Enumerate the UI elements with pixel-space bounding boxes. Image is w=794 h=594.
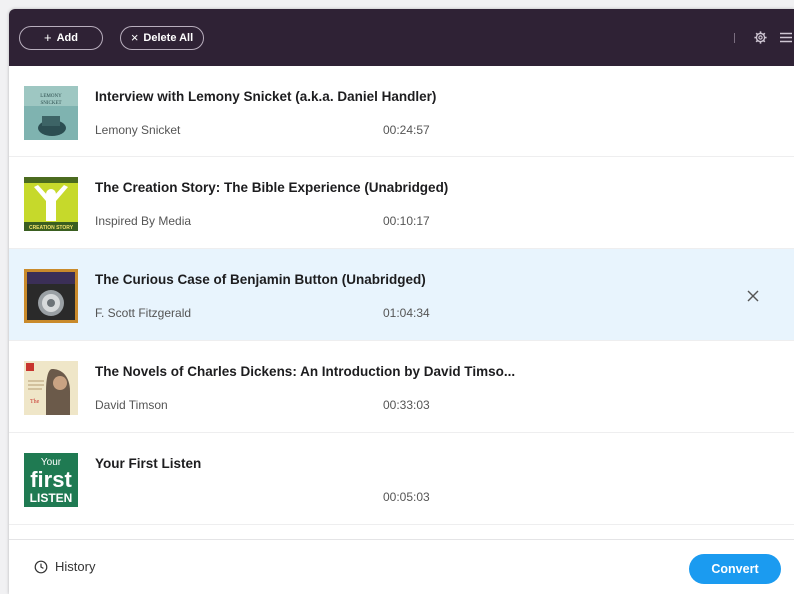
x-icon: × [130, 30, 139, 45]
history-button[interactable]: History [34, 559, 95, 574]
remove-item-close-icon[interactable] [746, 289, 760, 303]
convert-button[interactable]: Convert [689, 554, 781, 584]
cover-text: CREATION STORY [29, 225, 74, 231]
item-title: The Novels of Charles Dickens: An Introd… [95, 364, 516, 379]
toolbar-divider [734, 32, 735, 43]
creation-story-cover: CREATION STORY [24, 177, 78, 231]
benjamin-button-cover [24, 269, 78, 323]
your-first-listen-cover: Your first LISTEN [24, 453, 78, 507]
item-duration: 01:04:34 [383, 306, 430, 320]
delete-all-label: Delete All [143, 31, 194, 44]
list-item[interactable]: LEMONY SNICKET Interview with Lemony Sni… [9, 66, 794, 157]
svg-text:SNICKET: SNICKET [40, 101, 61, 106]
item-author: Inspired By Media [95, 214, 192, 228]
app-window: + Add × Delete All LEMONY SNICKET Interv… [9, 9, 794, 594]
svg-text:LEMONY: LEMONY [40, 94, 62, 99]
toolbar-right [734, 9, 794, 66]
list-item[interactable]: The The Novels of Charles Dickens: An In… [9, 341, 794, 433]
svg-text:The: The [30, 399, 40, 405]
cover-line-2: first [30, 467, 72, 492]
item-author: David Timson [95, 398, 168, 412]
item-duration: 00:05:03 [383, 490, 430, 504]
item-author: Lemony Snicket [95, 123, 181, 137]
lemony-snicket-cover: LEMONY SNICKET [24, 86, 78, 140]
toolbar: + Add × Delete All [9, 9, 794, 66]
list-item[interactable]: Your first LISTEN Your First Listen 00:0… [9, 433, 794, 525]
item-duration: 00:10:17 [383, 214, 430, 228]
menu-icon[interactable] [778, 30, 794, 46]
item-title: The Curious Case of Benjamin Button (Una… [95, 272, 426, 287]
item-duration: 00:24:57 [383, 123, 430, 137]
cover-line-3: LISTEN [30, 491, 73, 505]
item-duration: 00:33:03 [383, 398, 430, 412]
charles-dickens-cover: The [24, 361, 78, 415]
list-item-selected[interactable]: The Curious Case of Benjamin Button (Una… [9, 249, 794, 341]
audiobook-list: LEMONY SNICKET Interview with Lemony Sni… [9, 66, 794, 539]
item-author: F. Scott Fitzgerald [95, 306, 192, 320]
footer: History Convert [9, 539, 794, 594]
delete-all-button[interactable]: × Delete All [120, 25, 204, 50]
clock-icon [34, 560, 48, 573]
item-title: The Creation Story: The Bible Experience… [95, 180, 449, 195]
list-item[interactable]: CREATION STORY The Creation Story: The B… [9, 157, 794, 249]
history-label: History [55, 559, 96, 574]
add-button-label: Add [56, 31, 78, 44]
gear-icon[interactable] [752, 30, 768, 46]
add-button[interactable]: + Add [19, 25, 103, 50]
plus-icon: + [44, 30, 52, 45]
item-title: Interview with Lemony Snicket (a.k.a. Da… [95, 89, 437, 104]
item-title: Your First Listen [95, 456, 202, 471]
